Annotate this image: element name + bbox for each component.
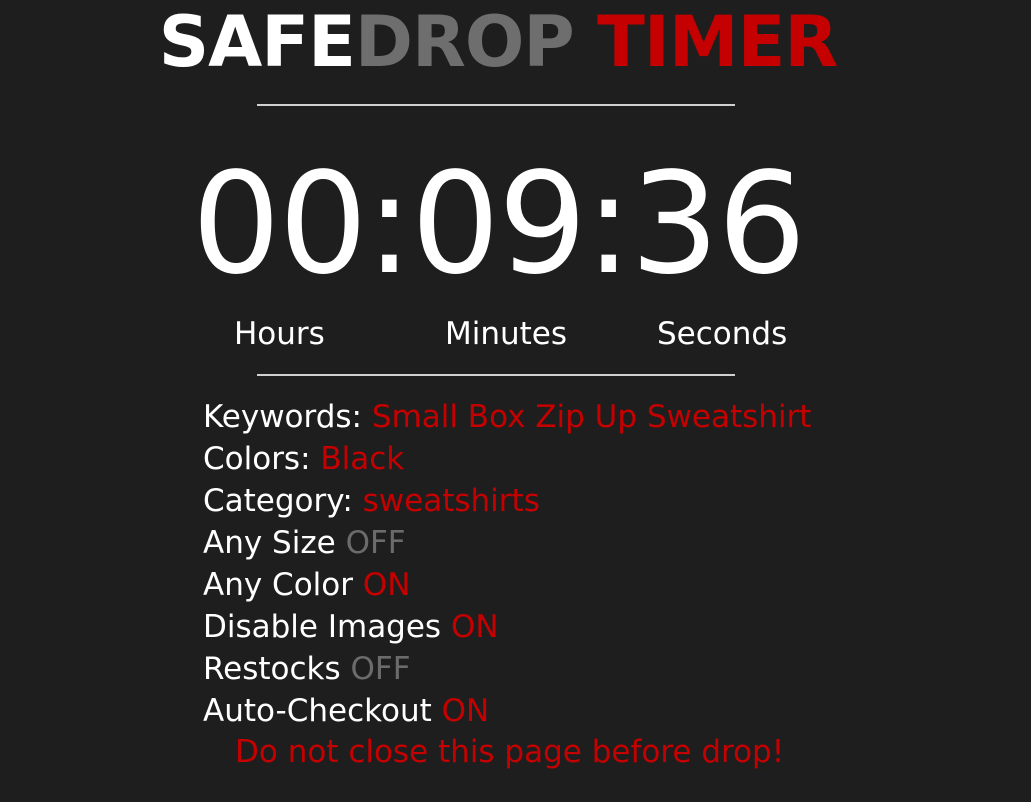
category-label: Category: bbox=[203, 483, 353, 519]
colors-row: Colors: Black bbox=[203, 438, 811, 480]
page: SAFEDROP TIMER 00:09:36 Hours Minutes Se… bbox=[0, 0, 1031, 802]
timer-seconds: 36 bbox=[630, 143, 806, 306]
colors-label: Colors: bbox=[203, 441, 311, 477]
auto-checkout-label: Auto-Checkout bbox=[203, 693, 432, 729]
any-size-status: OFF bbox=[345, 525, 406, 561]
any-color-status: ON bbox=[362, 567, 411, 603]
disable-images-label: Disable Images bbox=[203, 609, 442, 645]
any-color-label: Any Color bbox=[203, 567, 353, 603]
top-divider bbox=[257, 104, 735, 106]
timer-hours: 00 bbox=[191, 143, 368, 306]
title-drop: DROP bbox=[354, 1, 575, 83]
seconds-label: Seconds bbox=[657, 316, 788, 352]
drop-settings: Keywords: Small Box Zip Up Sweatshirt Co… bbox=[203, 396, 811, 732]
middle-divider bbox=[257, 374, 735, 376]
category-value: sweatshirts bbox=[362, 483, 540, 519]
any-size-label: Any Size bbox=[203, 525, 336, 561]
title-timer: TIMER bbox=[597, 1, 838, 83]
restocks-label: Restocks bbox=[203, 651, 341, 687]
keywords-value: Small Box Zip Up Sweatshirt bbox=[371, 399, 812, 435]
disable-images-row: Disable Images ON bbox=[203, 606, 811, 648]
disable-images-status: ON bbox=[450, 609, 499, 645]
timer-minutes: 09 bbox=[410, 143, 587, 306]
keywords-label: Keywords: bbox=[203, 399, 362, 435]
timer-separator: : bbox=[365, 143, 413, 306]
restocks-status: OFF bbox=[350, 651, 411, 687]
minutes-label: Minutes bbox=[445, 316, 568, 352]
app-title: SAFEDROP TIMER bbox=[0, 2, 996, 82]
title-safe: SAFE bbox=[158, 1, 356, 83]
restocks-row: Restocks OFF bbox=[203, 648, 811, 690]
warning-message: Do not close this page before drop! bbox=[235, 734, 785, 770]
timer-separator: : bbox=[585, 143, 632, 306]
countdown-display: 00:09:36 bbox=[0, 150, 996, 300]
colors-value: Black bbox=[320, 441, 405, 477]
auto-checkout-row: Auto-Checkout ON bbox=[203, 690, 811, 732]
any-color-row: Any Color ON bbox=[203, 564, 811, 606]
hours-label: Hours bbox=[234, 316, 325, 352]
auto-checkout-status: ON bbox=[441, 693, 490, 729]
category-row: Category: sweatshirts bbox=[203, 480, 811, 522]
keywords-row: Keywords: Small Box Zip Up Sweatshirt bbox=[203, 396, 811, 438]
any-size-row: Any Size OFF bbox=[203, 522, 811, 564]
